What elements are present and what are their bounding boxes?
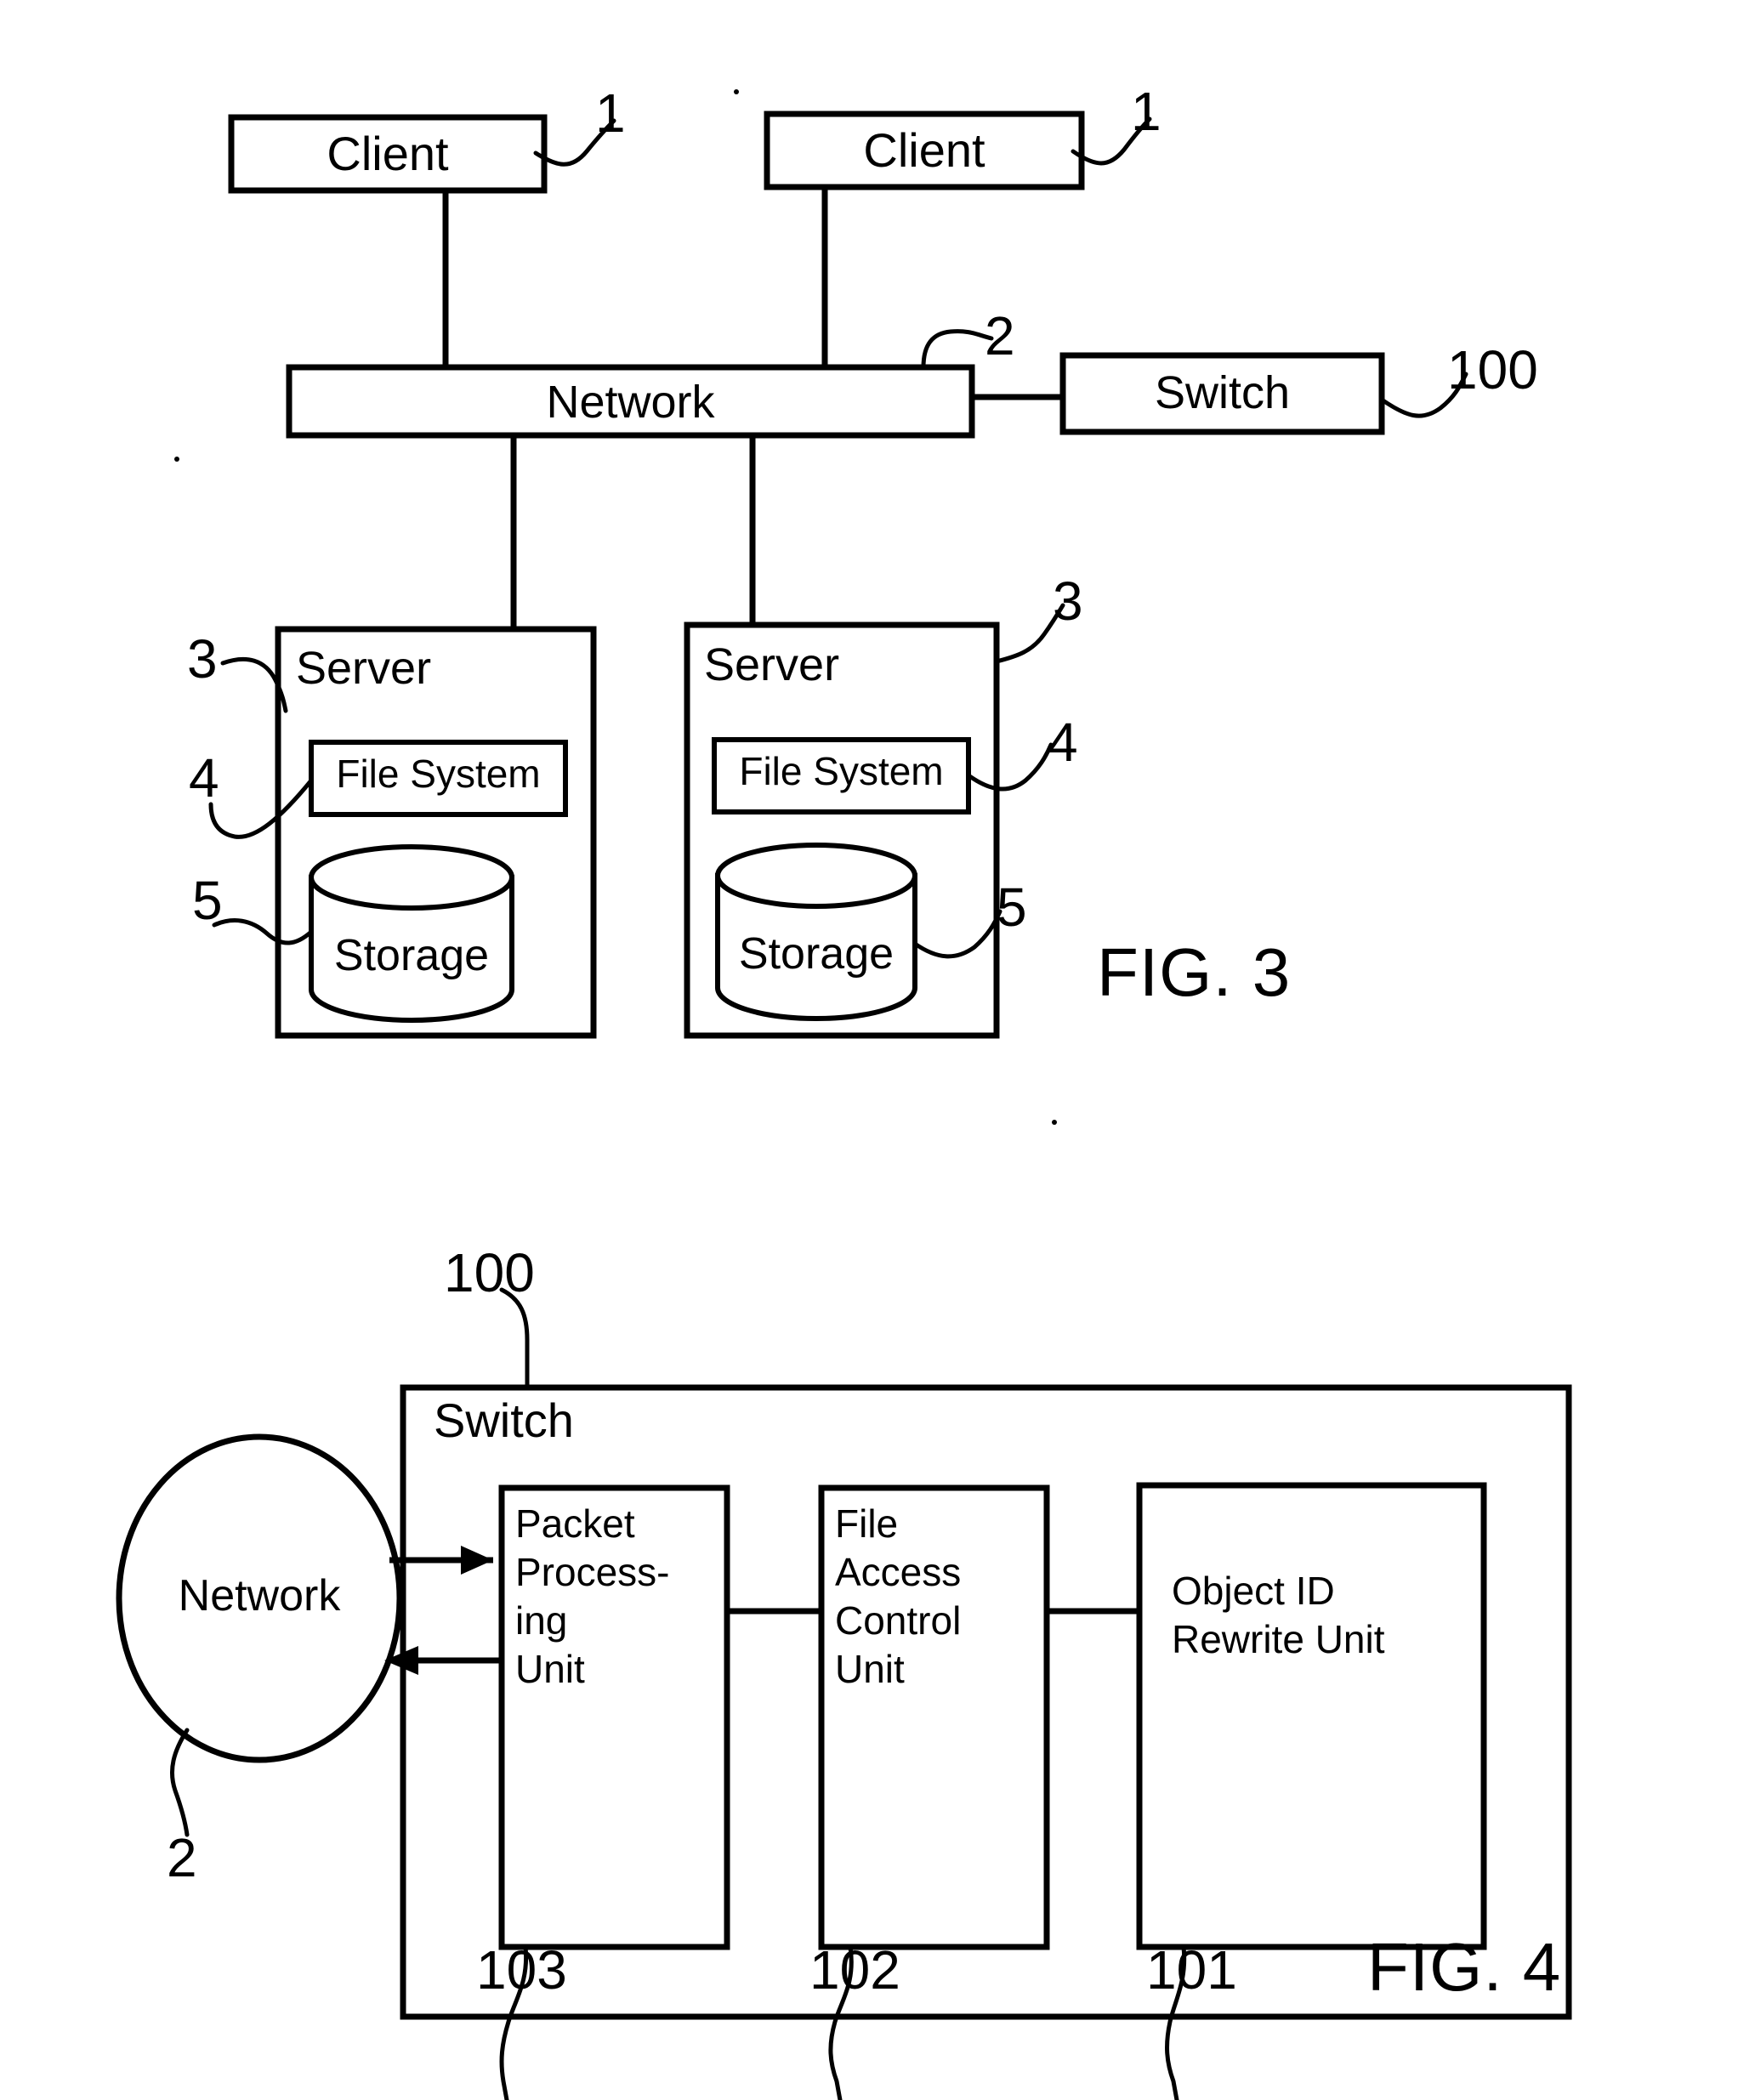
patent-drawing-sheet: Client Client Network Switch Server Serv… bbox=[0, 0, 1755, 2100]
ref-numeral-storage-right: 5 bbox=[997, 877, 1027, 938]
object-id-rewrite-unit-label: Object ID Rewrite Unit bbox=[1172, 1567, 1486, 1664]
packet-processing-unit-label: Packet Process- ing Unit bbox=[515, 1500, 728, 1694]
ref-numeral-server-left: 3 bbox=[187, 628, 218, 690]
leader-switch-fig4 bbox=[499, 1287, 530, 1390]
packet-processing-unit-line-3: ing bbox=[515, 1598, 568, 1643]
ref-numeral-file-access-control-unit: 102 bbox=[809, 1939, 900, 2001]
object-id-rewrite-unit-line-1: Object ID bbox=[1172, 1569, 1335, 1613]
ref-numeral-client-right: 1 bbox=[1131, 81, 1161, 142]
ref-numeral-switch-fig3: 100 bbox=[1447, 339, 1538, 400]
client-right-label: Client bbox=[863, 123, 985, 177]
drawing-canvas bbox=[116, 89, 1572, 2100]
file-system-left-label: File System bbox=[336, 752, 541, 796]
storage-right-cylinder-top bbox=[715, 843, 917, 909]
ref-numeral-client-left: 1 bbox=[595, 82, 626, 144]
server-right-label: Server bbox=[704, 639, 840, 690]
scan-speck bbox=[174, 457, 179, 462]
file-access-control-unit-line-2: Access bbox=[835, 1550, 962, 1594]
packet-processing-unit-line-4: Unit bbox=[515, 1647, 585, 1691]
figure-caption-3: FIG. 3 bbox=[1097, 934, 1292, 1010]
switch-label-fig3: Switch bbox=[1154, 367, 1291, 418]
ref-numeral-packet-processing-unit: 103 bbox=[476, 1939, 567, 2001]
storage-right-label: Storage bbox=[738, 929, 895, 979]
packet-processing-unit-line-2: Process- bbox=[515, 1550, 670, 1594]
server-left-label: Server bbox=[296, 643, 432, 694]
object-id-rewrite-unit-line-2: Rewrite Unit bbox=[1172, 1617, 1385, 1661]
ref-numeral-storage-left: 5 bbox=[192, 870, 223, 931]
file-system-right-label: File System bbox=[739, 749, 944, 793]
object-id-rewrite-unit-box[interactable] bbox=[1136, 1482, 1487, 1950]
file-access-control-unit-line-1: File bbox=[835, 1501, 899, 1546]
ref-numeral-network-fig4: 2 bbox=[167, 1827, 197, 1888]
ref-numeral-file-system-left: 4 bbox=[189, 747, 219, 809]
switch-label-fig4: Switch bbox=[434, 1393, 574, 1447]
ref-numeral-object-id-rewrite-unit: 101 bbox=[1146, 1939, 1237, 2001]
leader-network bbox=[921, 329, 994, 370]
ref-numeral-network-fig3: 2 bbox=[985, 305, 1015, 366]
client-left-label: Client bbox=[327, 127, 449, 180]
packet-processing-unit-line-1: Packet bbox=[515, 1501, 635, 1546]
network-label-fig3: Network bbox=[546, 377, 715, 428]
ref-numeral-file-system-right: 4 bbox=[1048, 712, 1078, 773]
storage-left-label: Storage bbox=[333, 931, 490, 980]
storage-left-cylinder-top bbox=[309, 844, 514, 911]
figure-caption-4: FIG. 4 bbox=[1367, 1929, 1562, 2005]
ref-numeral-switch-fig4: 100 bbox=[444, 1242, 535, 1303]
network-label-fig4: Network bbox=[178, 1571, 341, 1620]
file-access-control-unit-label: File Access Control Unit bbox=[835, 1500, 1048, 1694]
scan-speck bbox=[734, 89, 739, 94]
scan-speck bbox=[1052, 1120, 1057, 1125]
ref-numeral-server-right: 3 bbox=[1053, 570, 1083, 632]
file-access-control-unit-line-3: Control bbox=[835, 1598, 962, 1643]
leader-network-fig4 bbox=[170, 1728, 190, 1837]
file-access-control-unit-line-4: Unit bbox=[835, 1647, 905, 1691]
